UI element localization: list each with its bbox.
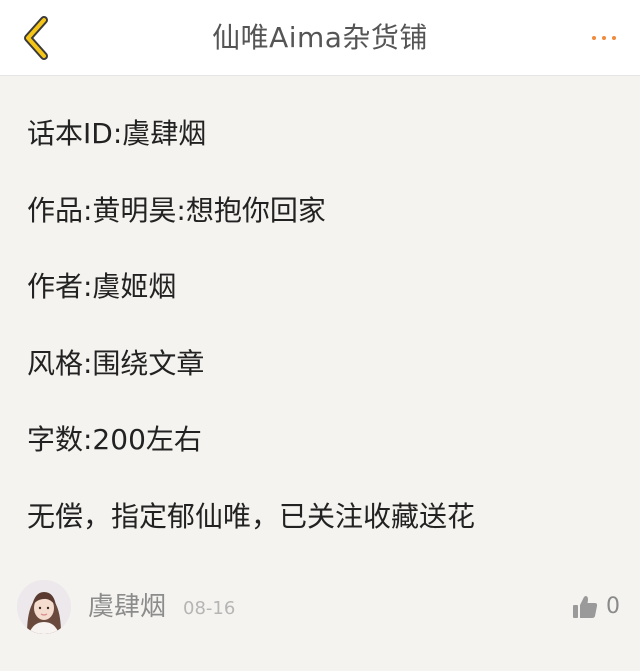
thumbs-up-icon (573, 596, 598, 618)
like-count: 0 (606, 594, 620, 619)
app-header: 仙唯Aima杂货铺 (0, 0, 640, 76)
avatar-image (17, 580, 71, 634)
post-footer: 虞肆烟 08-16 0 (0, 578, 640, 638)
more-dot (612, 36, 616, 40)
post-line-work: 作品:黄明昊:想抱你回家 (27, 193, 326, 227)
post-line-wordcount: 字数:200左右 (27, 423, 202, 457)
post-date: 08-16 (183, 598, 236, 619)
post-line-note: 无偿，指定郁仙唯，已关注收藏送花 (27, 499, 476, 533)
page-title: 仙唯Aima杂货铺 (212, 21, 428, 54)
avatar[interactable] (17, 580, 71, 634)
like-button[interactable]: 0 (572, 590, 620, 624)
post-line-author: 作者:虞姬烟 (27, 270, 177, 304)
post-content: 话本ID:虞肆烟 作品:黄明昊:想抱你回家 作者:虞姬烟 风格:围绕文章 字数:… (27, 108, 617, 568)
more-button[interactable] (582, 20, 626, 56)
post-line-style: 风格:围绕文章 (27, 346, 205, 380)
more-dot (602, 36, 606, 40)
author-name[interactable]: 虞肆烟 (88, 590, 166, 624)
post-line-id: 话本ID:虞肆烟 (27, 117, 207, 150)
more-dots-icon (592, 36, 596, 40)
